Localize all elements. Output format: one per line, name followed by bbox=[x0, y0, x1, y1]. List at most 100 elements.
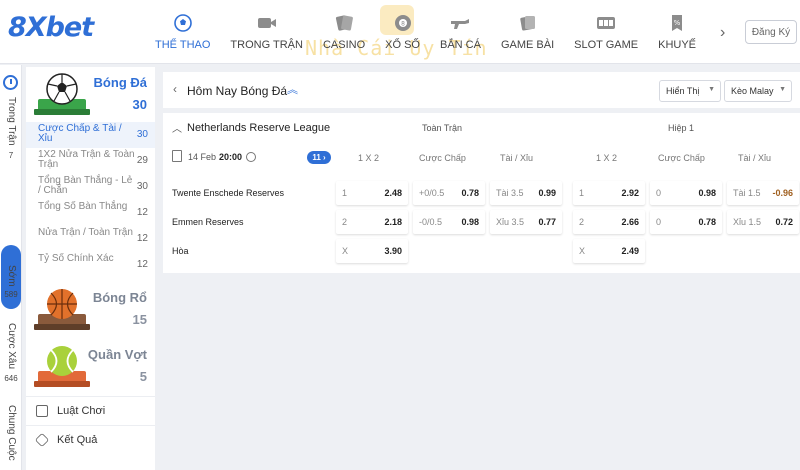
odds-cell[interactable]: Tài 1.5 -0.96 bbox=[727, 181, 799, 205]
odds-cell[interactable]: Xỉu 3.5 0.77 bbox=[490, 210, 562, 234]
odds-label: -0/0.5 bbox=[419, 217, 443, 227]
chevron-right-icon[interactable]: › bbox=[720, 24, 725, 42]
svg-text:8: 8 bbox=[401, 20, 405, 27]
bet-type-label: Nửa Trận / Toàn Trận bbox=[38, 227, 133, 238]
nav-sports[interactable]: THỂ THAO bbox=[145, 0, 220, 64]
odds-value: 0.72 bbox=[775, 217, 793, 227]
chevron-up-icon[interactable]: ︿ bbox=[172, 120, 182, 135]
odds-cell[interactable]: X 2.49 bbox=[573, 239, 645, 263]
bet-type-item[interactable]: Cược Chấp & Tài / Xỉu 30 bbox=[26, 122, 155, 148]
rules-label: Luật Chơi bbox=[57, 404, 106, 417]
odds-value: 2.92 bbox=[621, 188, 639, 198]
odds-cell[interactable]: +0/0.5 0.78 bbox=[413, 181, 485, 205]
nav-lottery[interactable]: 8 XỔ SỐ bbox=[375, 0, 430, 64]
odds-label: X bbox=[579, 246, 586, 256]
fish-gun-icon bbox=[450, 14, 470, 32]
bet-type-item[interactable]: 1X2 Nửa Trận & Toàn Trận 29 bbox=[26, 148, 155, 174]
odds-cell[interactable]: -0/0.5 0.98 bbox=[413, 210, 485, 234]
group-first-half: Hiệp 1 bbox=[668, 123, 695, 133]
odds-label: Xỉu 3.5 bbox=[496, 217, 525, 227]
logo[interactable]: 8Xbet bbox=[8, 12, 94, 43]
content-title-bar: ‹ Hôm Nay Bóng Đá ︽ Hiển Thị ▼ Kèo Malay… bbox=[163, 72, 800, 108]
page-title: Hôm Nay Bóng Đá bbox=[187, 84, 288, 98]
bet-type-label: 1X2 Nửa Trận & Toàn Trận bbox=[38, 149, 135, 170]
odds-value: 0.99 bbox=[538, 188, 556, 198]
nav-label: CASINO bbox=[322, 38, 366, 51]
odds-label: Tài 3.5 bbox=[496, 188, 524, 198]
results-link[interactable]: Kết Quả bbox=[26, 425, 155, 453]
bet-type-count: 30 bbox=[136, 181, 148, 192]
bet-type-item[interactable]: Nửa Trận / Toàn Trận 12 bbox=[26, 226, 155, 252]
col-header: Tài / Xỉu bbox=[500, 153, 534, 163]
nav-label: TRONG TRẬN bbox=[230, 38, 303, 51]
collapse-all-icon[interactable]: ︽ bbox=[287, 81, 298, 97]
bet-type-label: Cược Chấp & Tài / Xỉu bbox=[38, 123, 122, 144]
odds-cell[interactable]: X 3.90 bbox=[336, 239, 408, 263]
rail-count: 7 bbox=[8, 151, 14, 160]
rules-link[interactable]: Luật Chơi bbox=[26, 396, 155, 424]
bet-type-item[interactable]: Tỷ Số Chính Xác 12 bbox=[26, 252, 155, 278]
odds-label: 0 bbox=[656, 188, 662, 198]
bet-type-count: 12 bbox=[136, 233, 148, 244]
odds-label: 2 bbox=[342, 217, 348, 227]
rail-item-parlay[interactable]: Cược Xâu bbox=[2, 323, 20, 371]
sport-sidebar: Bóng Đá 30 Cược Chấp & Tài / Xỉu 30 1X2 … bbox=[26, 67, 155, 470]
rail-count: 589 bbox=[4, 290, 18, 299]
odds-cell[interactable]: 0 0.78 bbox=[650, 210, 722, 234]
odds-cell[interactable]: 1 2.92 bbox=[573, 181, 645, 205]
caret-down-icon: ▼ bbox=[708, 86, 715, 93]
sport-count: 30 bbox=[132, 97, 147, 112]
sport-name: Quần Vợt bbox=[87, 347, 147, 362]
nav-label: KHUYẾ bbox=[658, 38, 697, 51]
bet-type-count: 12 bbox=[136, 259, 148, 270]
odds-label: 1 bbox=[342, 188, 348, 198]
rail-item-outright[interactable]: Chung Cuộc bbox=[2, 405, 20, 470]
bet-type-item[interactable]: Tổng Số Bàn Thắng 12 bbox=[26, 200, 155, 226]
odds-cell[interactable]: 2 2.18 bbox=[336, 210, 408, 234]
nav-casino[interactable]: CASINO bbox=[313, 0, 375, 64]
rail-item-today[interactable]: Hôm Nay bbox=[2, 179, 20, 227]
odds-label: X bbox=[342, 246, 349, 256]
soccer-ball-icon bbox=[46, 73, 78, 105]
odds-label: +0/0.5 bbox=[419, 188, 445, 198]
nav-live[interactable]: TRONG TRẬN bbox=[220, 0, 313, 64]
bet-type-label: Tổng Số Bàn Thắng bbox=[38, 201, 128, 212]
top-header: 8Xbet Nhà Cái Uy Tín THỂ THAO TRONG TRẬN… bbox=[0, 0, 800, 64]
odds-cell[interactable]: Tài 3.5 0.99 bbox=[490, 181, 562, 205]
more-markets-badge[interactable]: 11 › bbox=[307, 151, 331, 164]
odds-cell[interactable]: 1 2.48 bbox=[336, 181, 408, 205]
odds-value: 0.98 bbox=[461, 217, 479, 227]
team-name: Twente Enschede Reserves bbox=[172, 188, 285, 198]
sport-card-tennis[interactable]: Quần Vợt 5 bbox=[26, 339, 155, 391]
odds-cell[interactable]: Xỉu 1.5 0.72 bbox=[727, 210, 799, 234]
rail-count: 50 bbox=[6, 231, 16, 240]
odds-cell[interactable]: 0 0.98 bbox=[650, 181, 722, 205]
nav-slot-game[interactable]: SLOT GAME bbox=[564, 0, 648, 64]
odds-type-dropdown[interactable]: Kèo Malay ▼ bbox=[724, 80, 792, 102]
odds-value: 0.78 bbox=[461, 188, 479, 198]
nav-fishing[interactable]: BẮN CÁ bbox=[430, 0, 491, 64]
pedestal-base bbox=[34, 109, 90, 115]
league-panel: ︿ Netherlands Reserve League Toàn Trận H… bbox=[163, 113, 800, 273]
rail-item-live[interactable]: Trong Trận bbox=[2, 97, 20, 157]
more-markets-count: 11 bbox=[312, 153, 321, 162]
league-name[interactable]: Netherlands Reserve League bbox=[187, 122, 330, 134]
odds-cell[interactable]: 2 2.66 bbox=[573, 210, 645, 234]
nav-promotions[interactable]: % KHUYẾ bbox=[648, 0, 706, 64]
svg-text:%: % bbox=[674, 19, 681, 27]
odds-value: 0.78 bbox=[698, 217, 716, 227]
rail-item-early[interactable]: Sớm bbox=[2, 265, 20, 289]
col-header: Cược Chấp bbox=[658, 153, 705, 163]
register-button[interactable]: Đăng Ký bbox=[745, 20, 797, 44]
odds-value: 0.77 bbox=[538, 217, 556, 227]
pedestal-base bbox=[34, 381, 90, 387]
sport-card-soccer[interactable]: Bóng Đá 30 bbox=[26, 67, 155, 119]
back-chevron-icon[interactable]: ‹ bbox=[173, 82, 177, 96]
display-dropdown[interactable]: Hiển Thị ▼ bbox=[659, 80, 721, 102]
display-dropdown-value: Hiển Thị bbox=[666, 86, 700, 96]
sport-card-basketball[interactable]: Bóng Rổ 15 bbox=[26, 282, 155, 334]
bet-type-item[interactable]: Tổng Bàn Thắng - Lẻ / Chẵn 30 bbox=[26, 174, 155, 200]
bookmark-icon[interactable] bbox=[172, 150, 182, 162]
bet-type-count: 12 bbox=[136, 207, 148, 218]
nav-card-games[interactable]: GAME BÀI bbox=[491, 0, 564, 64]
